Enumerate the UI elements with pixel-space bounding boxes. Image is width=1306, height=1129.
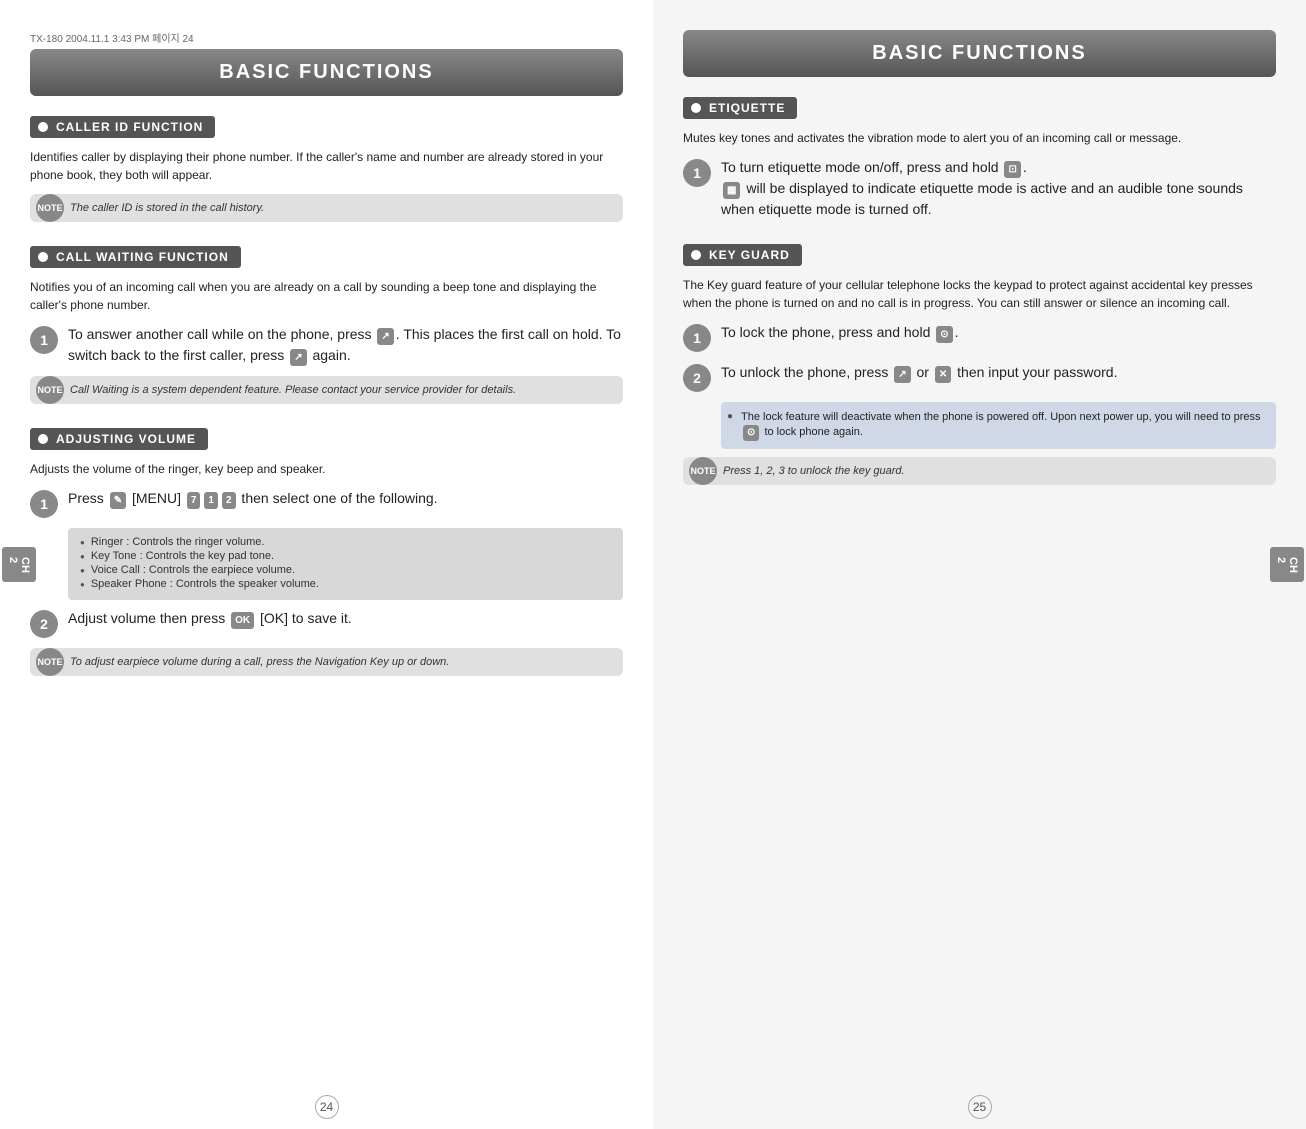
volume-step2: 2 Adjust volume then press OK [OK] to sa… xyxy=(30,608,623,638)
menu-key: ✎ xyxy=(110,492,126,509)
title-dot xyxy=(38,434,48,444)
volume-step1-text: Press ✎ [MENU] 712 then select one of th… xyxy=(68,488,438,509)
volume-bullets: Ringer : Controls the ringer volume. Key… xyxy=(68,528,623,600)
send-key-icon: ↗ xyxy=(377,328,393,345)
key-guard-step1-text: To lock the phone, press and hold ⊙. xyxy=(721,322,959,343)
caller-id-section: CALLER ID FUNCTION Identifies caller by … xyxy=(30,116,623,222)
etiquette-key: ⊡ xyxy=(1004,161,1020,178)
key2: 2 xyxy=(222,492,236,509)
call-waiting-section: CALL WAITING FUNCTION Notifies you of an… xyxy=(30,246,623,404)
etiquette-step1-text: To turn etiquette mode on/off, press and… xyxy=(721,157,1276,220)
key-guard-note: NOTE Press 1, 2, 3 to unlock the key gua… xyxy=(683,457,1276,485)
note-icon: NOTE xyxy=(36,194,64,222)
title-dot xyxy=(38,122,48,132)
lock-key: ⊙ xyxy=(936,326,952,343)
page-spread: TX-180 2004.11.1 3:43 PM 페이지 24 BASIC FU… xyxy=(0,0,1306,1129)
adjusting-volume-section: ADJUSTING VOLUME Adjusts the volume of t… xyxy=(30,428,623,676)
etiquette-section: ETIQUETTE Mutes key tones and activates … xyxy=(683,97,1276,220)
caller-id-title: CALLER ID FUNCTION xyxy=(30,116,215,138)
adjusting-volume-title: ADJUSTING VOLUME xyxy=(30,428,208,450)
step1-text: To answer another call while on the phon… xyxy=(68,324,623,366)
send-key-icon2: ↗ xyxy=(290,349,306,366)
key-guard-body: The Key guard feature of your cellular t… xyxy=(683,276,1276,312)
volume-note: NOTE To adjust earpiece volume during a … xyxy=(30,648,623,676)
right-side-tab: CH2 xyxy=(1270,547,1304,583)
etiquette-step1: 1 To turn etiquette mode on/off, press a… xyxy=(683,157,1276,220)
call-waiting-step1: 1 To answer another call while on the ph… xyxy=(30,324,623,366)
key-guard-step2-text: To unlock the phone, press ↗ or ✕ then i… xyxy=(721,362,1117,383)
caller-id-note: NOTE The caller ID is stored in the call… xyxy=(30,194,623,222)
note-icon: NOTE xyxy=(36,376,64,404)
step-number-2: 2 xyxy=(683,364,711,392)
adjusting-volume-body: Adjusts the volume of the ringer, key be… xyxy=(30,460,623,478)
key-guard-title: KEY GUARD xyxy=(683,244,802,266)
right-page: BASIC FUNCTIONS ETIQUETTE Mutes key tone… xyxy=(653,0,1306,1129)
title-dot xyxy=(691,250,701,260)
bullet-ringer: Ringer : Controls the ringer volume. xyxy=(80,536,611,548)
key-guard-section: KEY GUARD The Key guard feature of your … xyxy=(683,244,1276,485)
call-waiting-title: CALL WAITING FUNCTION xyxy=(30,246,241,268)
call-waiting-body: Notifies you of an incoming call when yo… xyxy=(30,278,623,314)
call-waiting-note: NOTE Call Waiting is a system dependent … xyxy=(30,376,623,404)
bullet-speaker: Speaker Phone : Controls the speaker vol… xyxy=(80,578,611,590)
right-header: BASIC FUNCTIONS xyxy=(683,30,1276,77)
step-number-1: 1 xyxy=(30,490,58,518)
vibrate-icon: ▦ xyxy=(723,182,740,199)
send-key: ↗ xyxy=(894,366,910,383)
left-side-tab: CH2 xyxy=(2,547,36,583)
key1: 1 xyxy=(204,492,218,509)
bullet-keytone: Key Tone : Controls the key pad tone. xyxy=(80,550,611,562)
end-key: ✕ xyxy=(935,366,951,383)
title-dot xyxy=(691,103,701,113)
lock-key2: ⊙ xyxy=(743,425,759,441)
key-guard-step2: 2 To unlock the phone, press ↗ or ✕ then… xyxy=(683,362,1276,392)
step-number-1: 1 xyxy=(683,324,711,352)
left-header: BASIC FUNCTIONS xyxy=(30,49,623,96)
left-page-number: 24 xyxy=(315,1095,339,1119)
step-number-2: 2 xyxy=(30,610,58,638)
key7: 7 xyxy=(187,492,201,509)
ok-key: OK xyxy=(231,612,254,629)
step-number-1: 1 xyxy=(30,326,58,354)
title-dot xyxy=(38,252,48,262)
volume-step1: 1 Press ✎ [MENU] 712 then select one of … xyxy=(30,488,623,518)
etiquette-body: Mutes key tones and activates the vibrat… xyxy=(683,129,1276,147)
right-page-number: 25 xyxy=(968,1095,992,1119)
caller-id-body: Identifies caller by displaying their ph… xyxy=(30,148,623,184)
step-number-1: 1 xyxy=(683,159,711,187)
note-icon: NOTE xyxy=(689,457,717,485)
bullet-voicecall: Voice Call : Controls the earpiece volum… xyxy=(80,564,611,576)
etiquette-title: ETIQUETTE xyxy=(683,97,797,119)
top-label: TX-180 2004.11.1 3:43 PM 페이지 24 xyxy=(30,30,623,45)
left-page: TX-180 2004.11.1 3:43 PM 페이지 24 BASIC FU… xyxy=(0,0,653,1129)
note-icon: NOTE xyxy=(36,648,64,676)
volume-step2-text: Adjust volume then press OK [OK] to save… xyxy=(68,608,352,629)
key-guard-step1: 1 To lock the phone, press and hold ⊙. xyxy=(683,322,1276,352)
key-guard-info: The lock feature will deactivate when th… xyxy=(721,402,1276,449)
